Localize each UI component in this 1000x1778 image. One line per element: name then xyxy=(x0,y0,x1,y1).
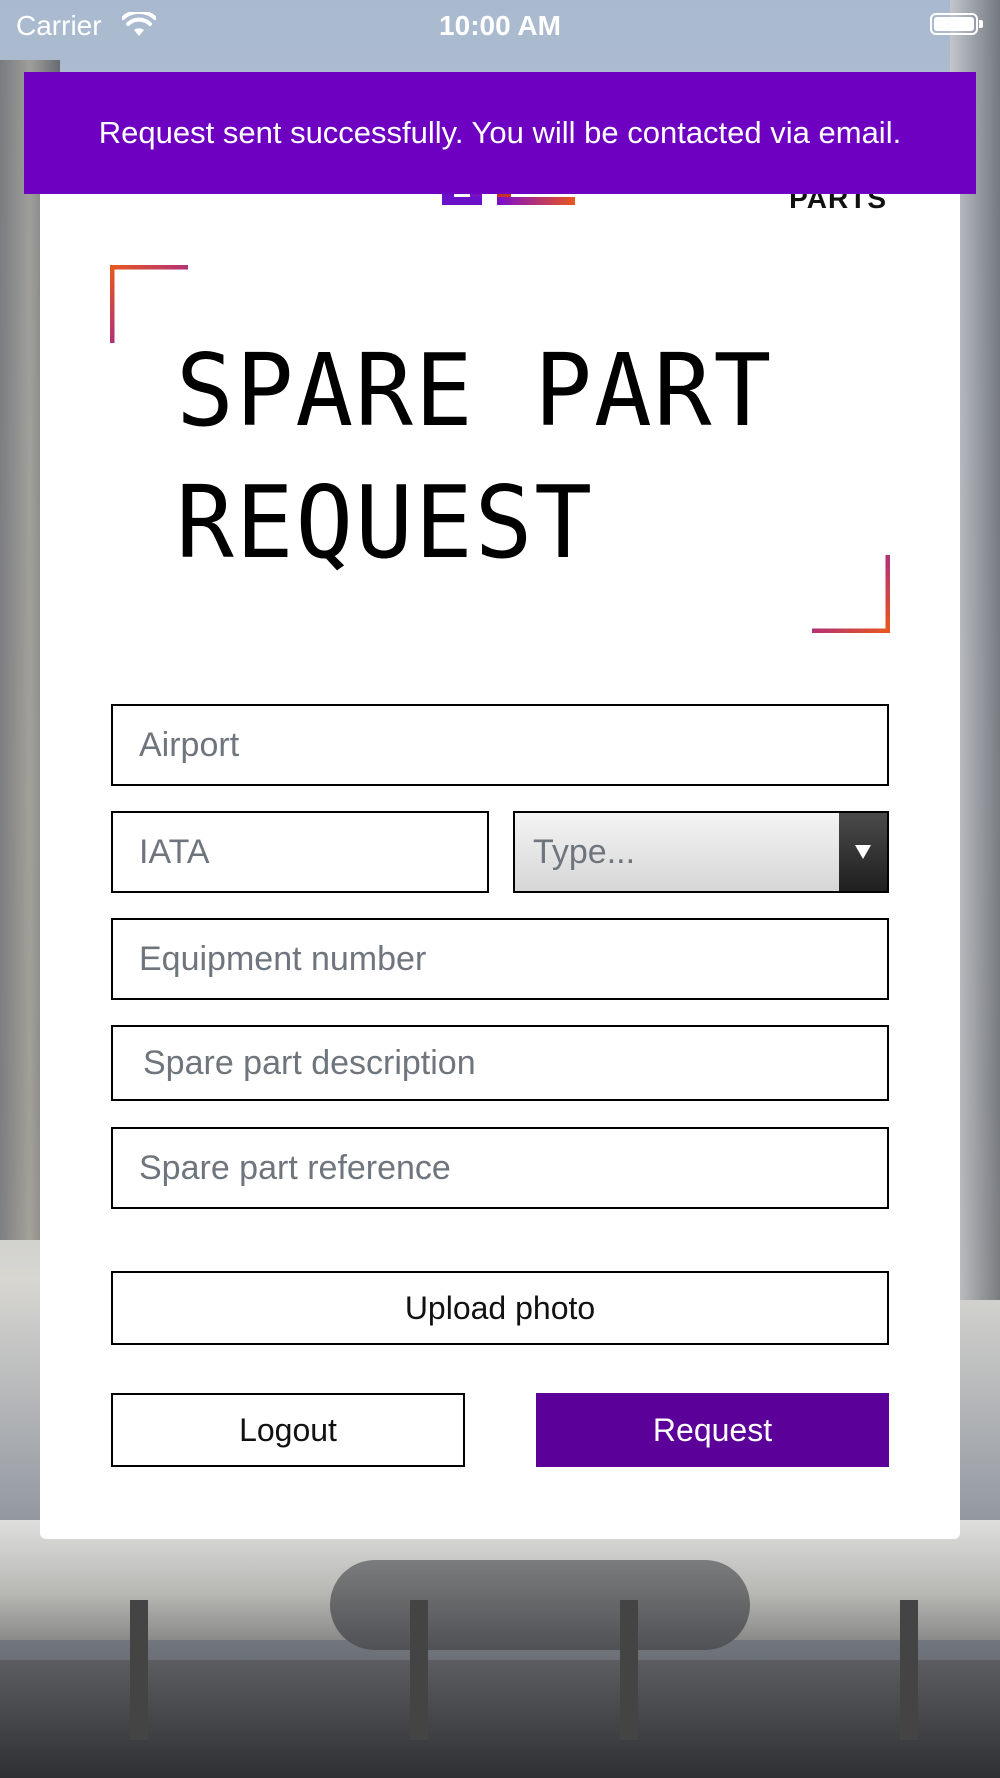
reference-placeholder: Spare part reference xyxy=(139,1148,451,1187)
landing-gear xyxy=(620,1600,638,1740)
toast-message: Request sent successfully. You will be c… xyxy=(98,115,902,150)
type-select[interactable]: Type... xyxy=(513,811,889,893)
tarmac xyxy=(0,1660,1000,1778)
clock: 10:00 AM xyxy=(439,10,561,41)
success-toast[interactable]: Request sent successfully. You will be c… xyxy=(24,72,976,194)
request-card: PARTS SPARE PART REQUEST Airport IATA Ty… xyxy=(40,155,960,1539)
upload-photo-button[interactable]: Upload photo xyxy=(111,1271,889,1345)
landing-gear xyxy=(130,1600,148,1740)
equipment-placeholder: Equipment number xyxy=(139,939,427,978)
logout-button[interactable]: Logout xyxy=(111,1393,465,1467)
landing-gear xyxy=(900,1600,918,1740)
title-line-2: REQUEST xyxy=(176,464,595,581)
chevron-down-icon xyxy=(855,845,871,859)
airport-input[interactable]: Airport xyxy=(111,704,889,786)
type-placeholder: Type... xyxy=(533,832,636,871)
page-title: SPARE PART REQUEST xyxy=(176,325,848,589)
spare-part-reference-input[interactable]: Spare part reference xyxy=(111,1127,889,1209)
landing-gear xyxy=(410,1600,428,1740)
airplane-engine xyxy=(330,1560,750,1650)
request-button[interactable]: Request xyxy=(536,1393,889,1467)
equipment-number-input[interactable]: Equipment number xyxy=(111,918,889,1000)
dropdown-toggle[interactable] xyxy=(839,813,887,891)
status-bar: Carrier 10:00 AM xyxy=(0,0,1000,50)
iata-placeholder: IATA xyxy=(139,832,210,871)
airport-placeholder: Airport xyxy=(139,725,240,764)
battery-icon xyxy=(930,13,983,35)
description-placeholder: Spare part description xyxy=(143,1043,476,1082)
iata-input[interactable]: IATA xyxy=(111,811,489,893)
title-line-1: SPARE PART xyxy=(176,332,774,449)
spare-part-description-input[interactable]: Spare part description xyxy=(111,1025,889,1101)
